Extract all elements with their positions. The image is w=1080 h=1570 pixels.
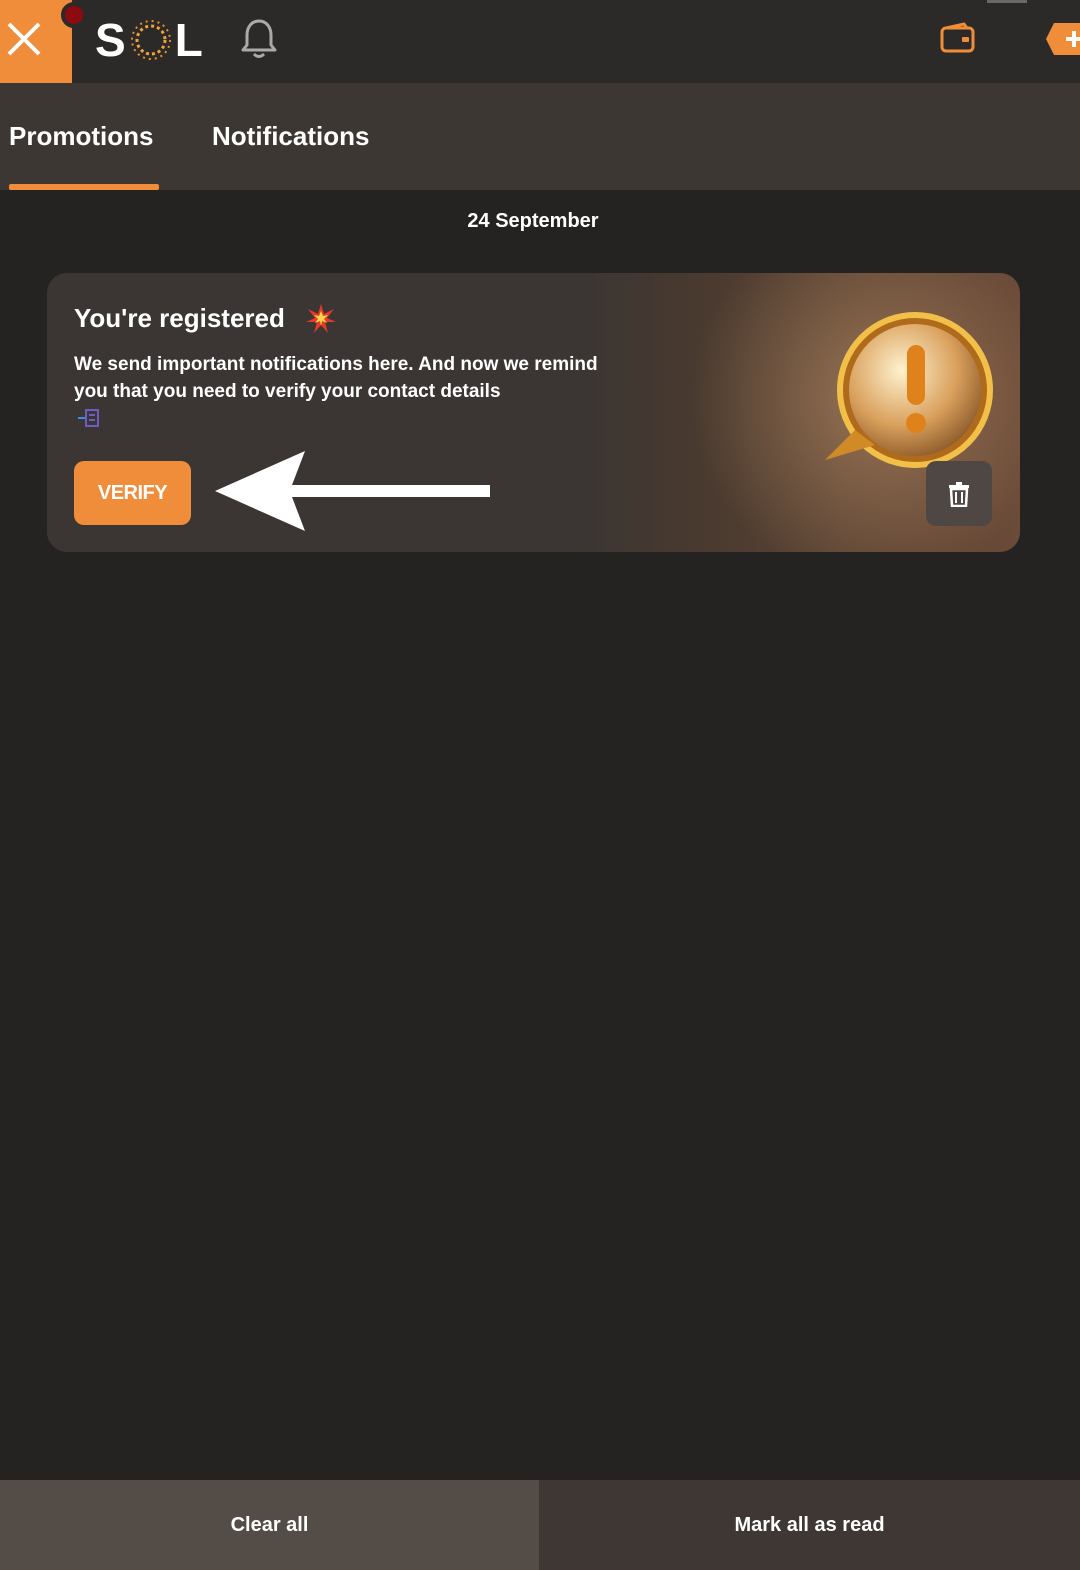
delete-button[interactable]	[926, 461, 992, 526]
active-tab-indicator	[9, 184, 159, 190]
verify-button[interactable]: VERIFY	[74, 461, 191, 525]
date-heading: 24 September	[467, 210, 599, 232]
card-message: We send important notifications here. An…	[74, 354, 598, 402]
explosion-icon	[306, 304, 336, 333]
trash-icon	[949, 482, 969, 507]
logo[interactable]: S L	[95, 12, 204, 68]
card-title: You're registered	[74, 303, 285, 333]
mark-all-read-button[interactable]: Mark all as read	[539, 1480, 1080, 1570]
top-indicator	[987, 0, 1027, 3]
tab-promotions[interactable]: Promotions	[9, 83, 153, 190]
tab-notifications[interactable]: Notifications	[212, 83, 369, 190]
notification-card: You're registered We send important noti…	[47, 273, 1020, 552]
clear-all-button[interactable]: Clear all	[0, 1480, 539, 1570]
close-icon	[7, 22, 41, 56]
wallet-icon[interactable]	[940, 22, 976, 54]
top-bar: S L	[0, 0, 1080, 83]
logo-letter-l: L	[174, 14, 204, 66]
arrow-left-icon	[215, 451, 490, 531]
plus-icon[interactable]	[1038, 21, 1080, 57]
alert-bubble-icon	[825, 312, 993, 468]
notification-dot	[61, 2, 87, 28]
tabs-bar: Promotions Notifications	[0, 83, 1080, 190]
sun-logo-icon	[130, 20, 171, 60]
bell-icon[interactable]	[240, 17, 278, 61]
list-icon	[78, 409, 99, 427]
logo-letter-s: S	[95, 14, 127, 66]
